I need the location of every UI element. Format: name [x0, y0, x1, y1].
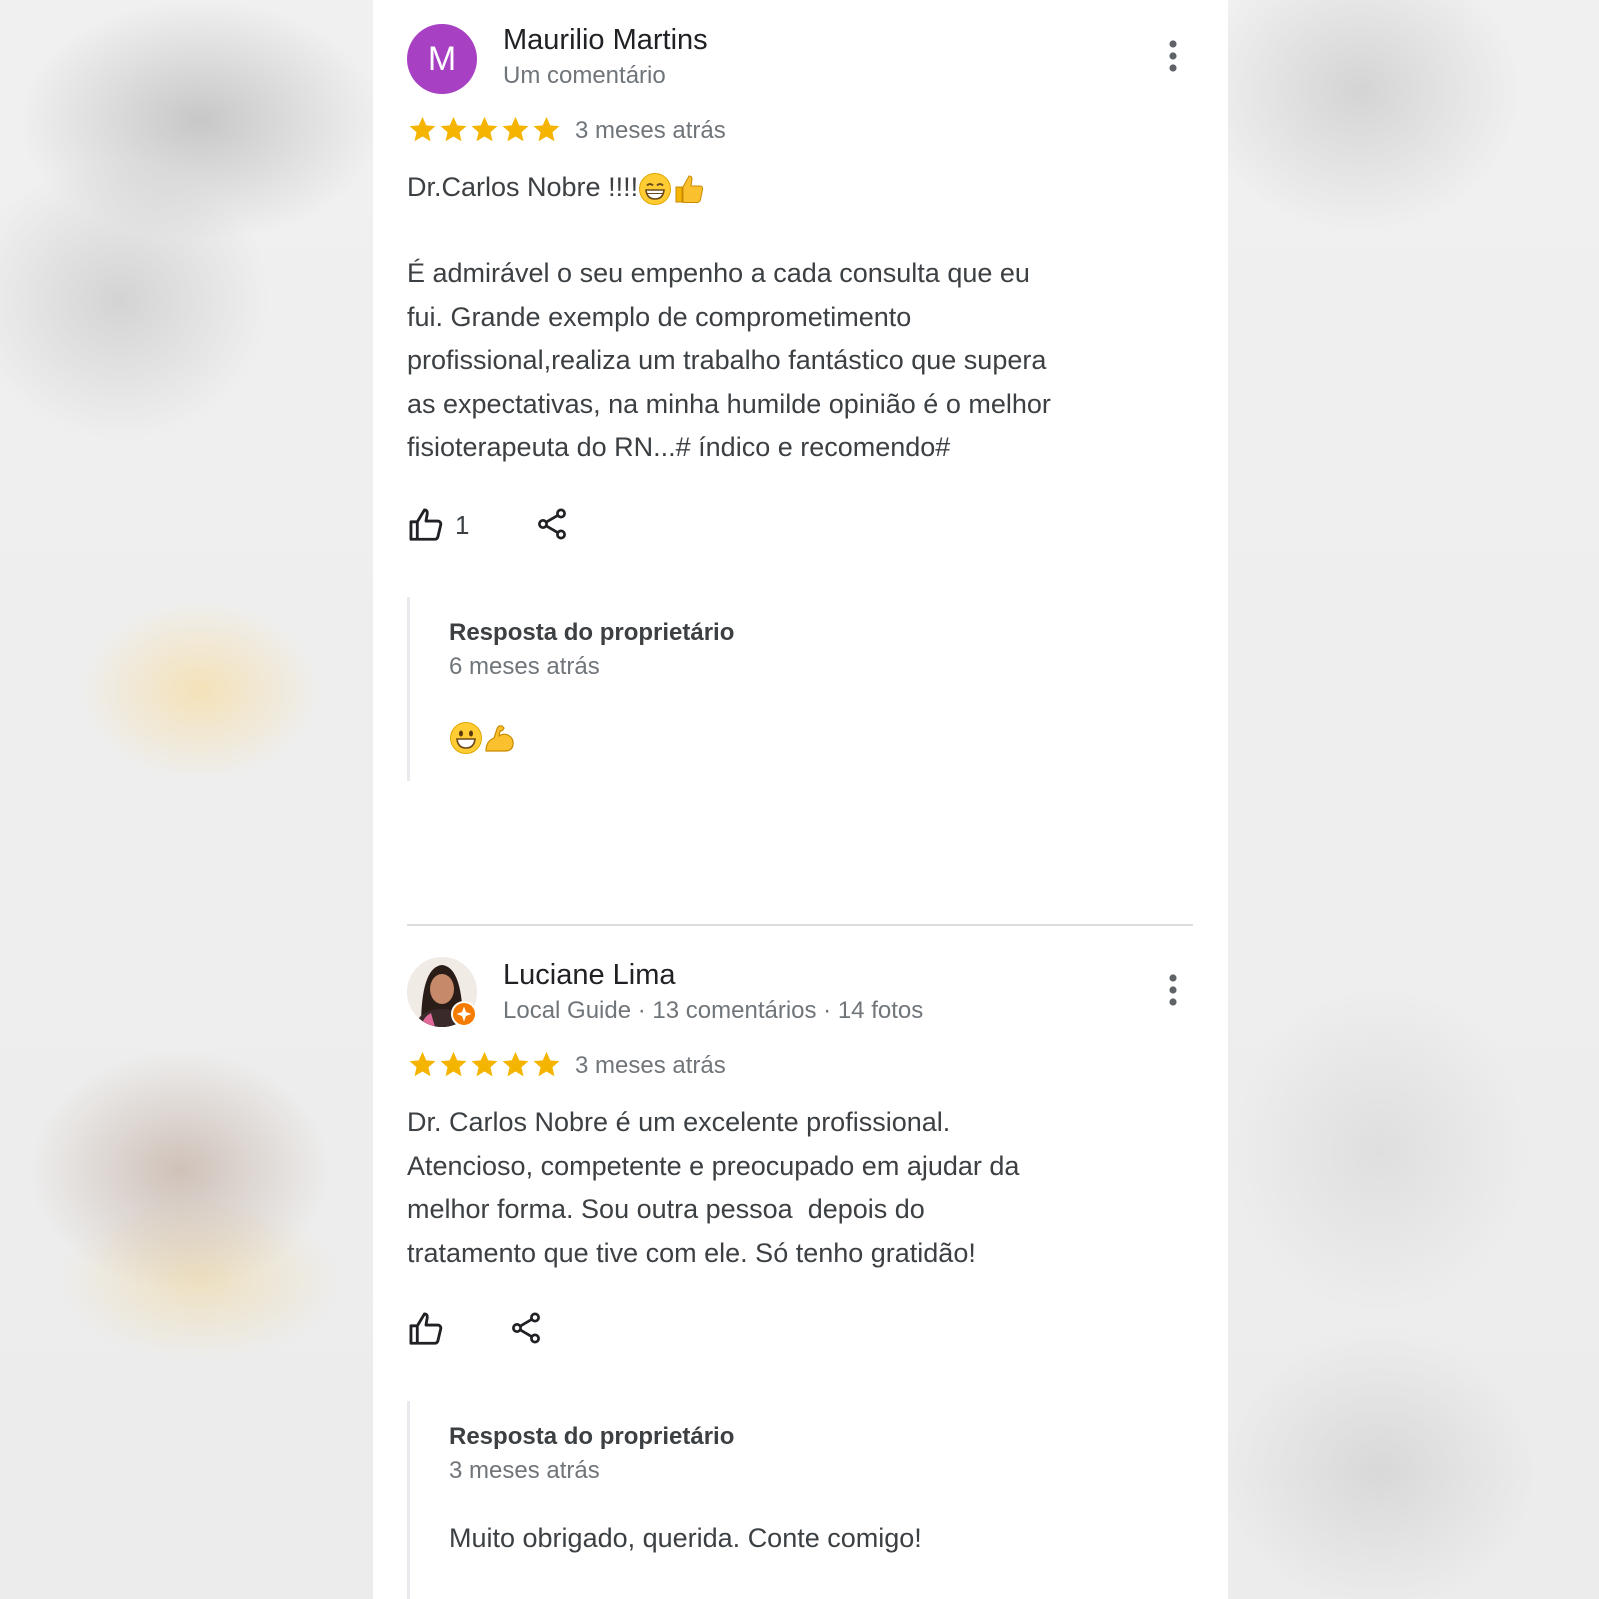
review-text-headline: Dr.Carlos Nobre !!!! — [407, 172, 639, 202]
review-date: 3 meses atrás — [575, 1052, 726, 1079]
star-rating — [407, 112, 562, 146]
star-icon — [409, 116, 436, 141]
star-icon — [440, 1051, 467, 1076]
more-options-icon[interactable] — [1163, 38, 1183, 74]
more-options-icon[interactable] — [1163, 972, 1183, 1008]
share-icon[interactable] — [534, 506, 570, 542]
reviewer-name[interactable]: Luciane Lima — [503, 959, 676, 992]
owner-reply-title: Resposta do proprietário — [449, 619, 735, 646]
star-icon — [471, 1051, 498, 1076]
avatar[interactable]: M — [407, 24, 477, 94]
thumbs-up-icon — [409, 508, 443, 541]
like-count: 1 — [455, 509, 470, 540]
star-icon — [440, 116, 467, 141]
star-icon — [409, 1051, 436, 1076]
share-icon[interactable] — [508, 1310, 544, 1346]
review-date: 3 meses atrás — [575, 117, 726, 144]
star-icon — [533, 1051, 560, 1076]
star-rating — [407, 1047, 562, 1081]
review-text-first-line: Dr.Carlos Nobre !!!! — [407, 166, 1147, 210]
owner-reply-title: Resposta do proprietário — [449, 1423, 735, 1450]
reviews-panel: M Maurilio Martins Um comentário 3 meses… — [373, 0, 1228, 1599]
reviewer-name[interactable]: Maurilio Martins — [503, 24, 708, 57]
thumbs-up-emoji — [675, 175, 704, 203]
star-icon — [502, 116, 529, 141]
flexed-biceps-emoji — [485, 725, 514, 752]
reviewer-meta: Local Guide · 13 comentários · 14 fotos — [503, 997, 924, 1024]
thumbs-up-icon — [409, 1312, 443, 1345]
review-divider — [407, 924, 1193, 926]
avatar[interactable] — [407, 957, 477, 1027]
review-text: É admirável o seu empenho a cada consult… — [407, 258, 1051, 462]
owner-reply-text — [449, 721, 517, 755]
local-guide-badge-icon — [451, 1001, 477, 1027]
star-icon — [533, 116, 560, 141]
like-button[interactable] — [407, 1310, 445, 1348]
owner-reply: Resposta do proprietário 3 meses atrás M… — [407, 1401, 922, 1599]
owner-reply-date: 3 meses atrás — [449, 1457, 600, 1484]
review-text: Dr. Carlos Nobre é um excelente profissi… — [407, 1107, 1020, 1268]
star-icon — [502, 1051, 529, 1076]
owner-reply-text: Muito obrigado, querida. Conte comigo! — [449, 1523, 922, 1553]
grinning-face-emoji — [450, 722, 482, 754]
owner-reply-date: 6 meses atrás — [449, 653, 600, 680]
reviewer-meta: Um comentário — [503, 62, 666, 89]
grinning-face-with-smiling-eyes-emoji — [639, 172, 672, 205]
avatar-letter: M — [427, 39, 457, 78]
star-icon — [471, 116, 498, 141]
owner-reply: Resposta do proprietário 6 meses atrás — [407, 597, 734, 781]
like-button[interactable]: 1 — [407, 506, 469, 544]
